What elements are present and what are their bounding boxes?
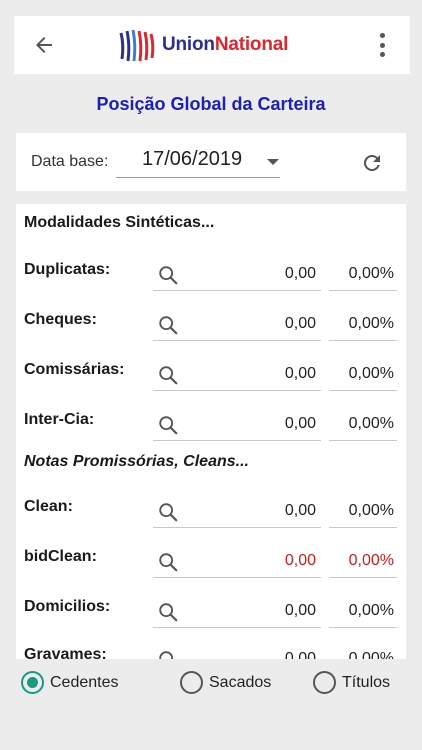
row-value: 0,00 [284,315,316,332]
date-filter-bar: Data base: 17/06/2019 [16,133,406,191]
row-percent-field: 0,00% [329,409,397,441]
logo-union: Union [162,34,215,55]
row-percent: 0,00% [348,315,394,332]
row-value: 0,00 [284,415,316,432]
date-label: Data base: [31,153,109,170]
row-percent-field: 0,00% [329,596,397,628]
row-value: 0,00 [284,502,316,519]
row-label: Domicilios: [24,598,111,615]
radio-unselected-icon [180,671,203,694]
cheques-search-field[interactable]: 0,00 [153,309,321,341]
view-option-group: Cedentes Sacados Títulos [0,662,422,706]
search-icon [159,366,178,385]
row-domicilios: Domicilios: 0,00 0,00% [16,596,406,636]
row-duplicatas: Duplicatas: 0,00 0,00% [16,259,406,299]
refresh-icon[interactable] [360,151,384,175]
duplicatas-search-field[interactable]: 0,00 [153,259,321,291]
radio-titulos[interactable]: Títulos [313,671,390,694]
radio-unselected-icon [313,671,336,694]
row-percent-field: 0,00% [329,309,397,341]
inter-cia-search-field[interactable]: 0,00 [153,409,321,441]
row-inter-cia: Inter-Cia: 0,00 0,00% [16,409,406,449]
row-label: bidClean: [24,548,97,565]
chevron-down-icon [267,159,279,165]
row-percent-field: 0,00% [329,496,397,528]
row-bidclean: bidClean: 0,00 0,00% [16,546,406,586]
row-label: Gravames: [24,646,107,659]
search-icon [159,503,178,522]
search-icon [159,603,178,622]
row-gravames: Gravames: 0,00 0,00% [16,644,406,659]
row-label: Inter-Cia: [24,411,95,428]
row-value: 0,00 [284,265,316,282]
radio-sacados[interactable]: Sacados [180,671,271,694]
logo-mark-icon [119,29,155,62]
logo-national: National [214,34,289,55]
row-value: 0,00 [284,552,316,569]
row-label: Clean: [24,498,73,515]
logo-text: UnionNational [162,34,288,56]
radio-cedentes[interactable]: Cedentes [21,671,119,694]
row-value: 0,00 [284,650,316,659]
row-comissarias: Comissárias: 0,00 0,00% [16,359,406,399]
row-percent: 0,00% [348,415,394,432]
comissarias-search-field[interactable]: 0,00 [153,359,321,391]
union-national-logo: UnionNational [118,24,288,66]
search-icon [159,553,178,572]
bidclean-search-field[interactable]: 0,00 [153,546,321,578]
section-sinteticas: Modalidades Sintéticas... [24,214,215,231]
row-label: Comissárias: [24,361,125,378]
search-icon [159,266,178,285]
portfolio-card: Modalidades Sintéticas... Duplicatas: 0,… [16,204,406,659]
radio-selected-icon [21,671,44,694]
clean-search-field[interactable]: 0,00 [153,496,321,528]
gravames-search-field[interactable]: 0,00 [153,644,321,659]
row-percent-field: 0,00% [329,359,397,391]
section-promissorias: Notas Promissórias, Cleans... [24,453,249,470]
row-percent: 0,00% [348,552,394,569]
row-percent: 0,00% [348,602,394,619]
search-icon [159,416,178,435]
arrow-left-icon[interactable] [32,33,56,57]
radio-label: Títulos [342,673,391,691]
radio-label: Sacados [209,673,272,691]
domicilios-search-field[interactable]: 0,00 [153,596,321,628]
row-clean: Clean: 0,00 0,00% [16,496,406,536]
row-label: Cheques: [24,311,97,328]
search-icon [159,651,174,659]
page-title: Posição Global da Carteira [96,94,326,114]
search-icon [159,316,178,335]
date-value: 17/06/2019 [142,148,243,170]
row-percent: 0,00% [348,502,394,519]
row-value: 0,00 [284,602,316,619]
row-label: Duplicatas: [24,261,111,278]
row-cheques: Cheques: 0,00 0,00% [16,309,406,349]
row-percent: 0,00% [348,650,394,659]
date-select[interactable]: 17/06/2019 [116,146,280,178]
row-value: 0,00 [284,365,316,382]
app-bar: UnionNational [14,16,410,74]
row-percent-field: 0,00% [329,546,397,578]
radio-label: Cedentes [50,673,119,691]
row-percent: 0,00% [348,365,394,382]
row-percent-field: 0,00% [329,259,397,291]
row-percent: 0,00% [348,265,394,282]
row-percent-field: 0,00% [329,644,397,659]
more-vert-icon[interactable] [378,33,386,57]
